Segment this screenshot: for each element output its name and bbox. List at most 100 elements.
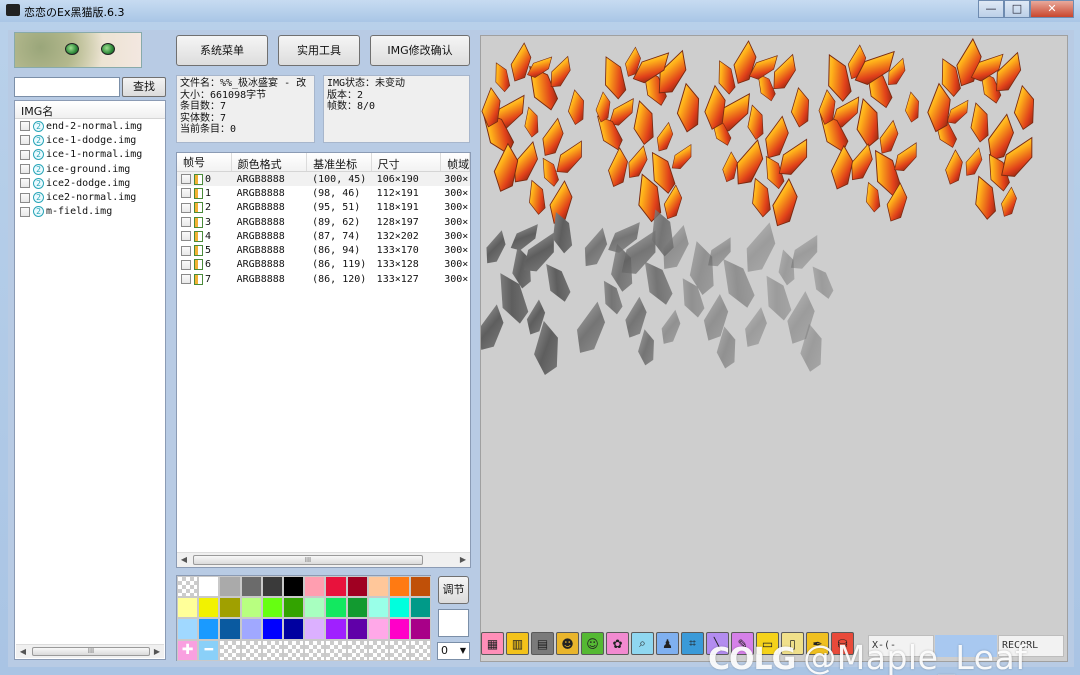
color-swatch[interactable] (304, 576, 326, 598)
color-swatch[interactable] (388, 618, 411, 640)
frame-row[interactable]: 5 ARGB8888 (86, 94) 133×170 300× (177, 243, 470, 257)
frame-row[interactable]: 4 ARGB8888 (87, 74) 132×202 300× (177, 229, 470, 243)
search-input[interactable] (14, 77, 120, 97)
add-color-button[interactable]: ✚ (177, 639, 199, 661)
img-list-item[interactable]: 2 ice2-dodge.img (15, 176, 165, 190)
adjust-button[interactable]: 调节 (438, 576, 469, 604)
color-swatch[interactable] (304, 597, 326, 619)
system-menu-button[interactable]: 系统菜单 (176, 35, 268, 66)
empty-color-swatch[interactable] (410, 639, 432, 661)
color-swatch[interactable] (177, 618, 199, 640)
color-swatch[interactable] (346, 618, 368, 640)
frame-checkbox[interactable] (181, 188, 191, 199)
empty-color-swatch[interactable] (346, 639, 368, 661)
preview-canvas[interactable] (480, 35, 1068, 662)
color-swatch[interactable] (177, 597, 199, 619)
img-list-header[interactable]: IMG名 (15, 101, 165, 119)
film-tool-icon[interactable]: ▤ (531, 632, 554, 655)
img-checkbox[interactable] (20, 206, 30, 217)
ghost-tool-icon[interactable]: ✿ (606, 632, 629, 655)
color-swatch[interactable] (367, 576, 389, 598)
maximize-button[interactable]: □ (1004, 0, 1030, 18)
img-checkbox[interactable] (20, 149, 30, 160)
frame-table-scrollbar[interactable]: ◀ III ▶ (177, 552, 470, 567)
col-frame-domain[interactable]: 帧域 (441, 153, 470, 171)
color-swatch[interactable] (304, 618, 326, 640)
scroll-left-icon[interactable]: ◀ (177, 553, 191, 567)
empty-color-swatch[interactable] (177, 576, 199, 598)
scroll-right-icon[interactable]: ▶ (456, 553, 470, 567)
img-checkbox[interactable] (20, 192, 30, 203)
img-list-item[interactable]: 2 ice-1-dodge.img (15, 133, 165, 147)
img-list-item[interactable]: 2 ice-1-normal.img (15, 148, 165, 162)
magnifier-icon[interactable]: ⌕ (631, 632, 654, 655)
palette-tool-icon[interactable]: ▥ (506, 632, 529, 655)
color-swatch[interactable] (367, 618, 389, 640)
frame-checkbox[interactable] (181, 202, 191, 213)
empty-color-swatch[interactable] (304, 639, 326, 661)
color-swatch[interactable] (410, 618, 432, 640)
img-list-scrollbar[interactable]: ◀ III ▶ (16, 644, 164, 658)
color-swatch[interactable] (198, 576, 220, 598)
frame-row[interactable]: 7 ARGB8888 (86, 120) 133×127 300× (177, 272, 470, 286)
color-swatch[interactable] (367, 597, 389, 619)
color-swatch[interactable] (240, 576, 262, 598)
empty-color-swatch[interactable] (240, 639, 262, 661)
color-swatch[interactable] (219, 576, 241, 598)
remove-color-button[interactable]: ━ (198, 639, 220, 661)
frame-checkbox[interactable] (181, 245, 191, 256)
color-swatch[interactable] (388, 597, 411, 619)
color-swatch[interactable] (325, 597, 347, 619)
color-swatch[interactable] (282, 597, 305, 619)
frame-row[interactable]: 2 ARGB8888 (95, 51) 118×191 300× (177, 201, 470, 215)
img-list-item[interactable]: 2 ice2-normal.img (15, 190, 165, 204)
current-color-preview[interactable] (438, 609, 469, 637)
frame-row[interactable]: 3 ARGB8888 (89, 62) 128×197 300× (177, 215, 470, 229)
empty-color-swatch[interactable] (261, 639, 283, 661)
color-swatch[interactable] (219, 597, 241, 619)
color-swatch[interactable] (261, 576, 283, 598)
empty-color-swatch[interactable] (388, 639, 411, 661)
col-color-format[interactable]: 颜色格式 (232, 153, 308, 171)
frame-row[interactable]: 0 ARGB8888 (100, 45) 106×190 300× (177, 172, 470, 187)
color-swatch[interactable] (282, 618, 305, 640)
frame-checkbox[interactable] (181, 274, 191, 285)
close-button[interactable]: ✕ (1030, 0, 1074, 18)
palette-index-select[interactable]: 0 ▼ (437, 642, 470, 660)
color-swatch[interactable] (325, 618, 347, 640)
col-frame-index[interactable]: 帧号 (177, 153, 232, 171)
empty-color-swatch[interactable] (282, 639, 305, 661)
img-checkbox[interactable] (20, 135, 30, 146)
color-swatch[interactable] (388, 576, 411, 598)
scroll-left-icon[interactable]: ◀ (16, 645, 30, 658)
crop-icon[interactable]: ⌗ (681, 632, 704, 655)
frame-row[interactable]: 1 ARGB8888 (98, 46) 112×191 300× (177, 186, 470, 200)
frame-checkbox[interactable] (181, 231, 191, 242)
color-swatch[interactable] (198, 597, 220, 619)
color-swatch[interactable] (410, 576, 432, 598)
color-swatch[interactable] (346, 576, 368, 598)
img-checkbox[interactable] (20, 178, 30, 189)
empty-color-swatch[interactable] (367, 639, 389, 661)
scroll-right-icon[interactable]: ▶ (150, 645, 164, 658)
frame-row[interactable]: 6 ARGB8888 (86, 119) 133×128 300× (177, 258, 470, 272)
frame-checkbox[interactable] (181, 174, 191, 185)
img-checkbox[interactable] (20, 121, 30, 132)
color-swatch[interactable] (410, 597, 432, 619)
img-checkbox[interactable] (20, 164, 30, 175)
img-list-item[interactable]: 2 m-field.img (15, 205, 165, 219)
tools-button[interactable]: 实用工具 (278, 35, 360, 66)
boot-tool-icon[interactable]: ♟ (656, 632, 679, 655)
scroll-thumb[interactable]: III (32, 647, 150, 656)
color-swatch[interactable] (219, 618, 241, 640)
color-swatch[interactable] (325, 576, 347, 598)
color-swatch[interactable] (198, 618, 220, 640)
col-size[interactable]: 尺寸 (372, 153, 442, 171)
cat-tool-icon[interactable]: ☻ (556, 632, 579, 655)
color-swatch[interactable] (240, 618, 262, 640)
frog-tool-icon[interactable]: ☺ (581, 632, 604, 655)
minimize-button[interactable]: — (978, 0, 1004, 18)
empty-color-swatch[interactable] (219, 639, 241, 661)
img-confirm-button[interactable]: IMG修改确认 (370, 35, 470, 66)
scroll-thumb[interactable]: III (193, 555, 423, 565)
